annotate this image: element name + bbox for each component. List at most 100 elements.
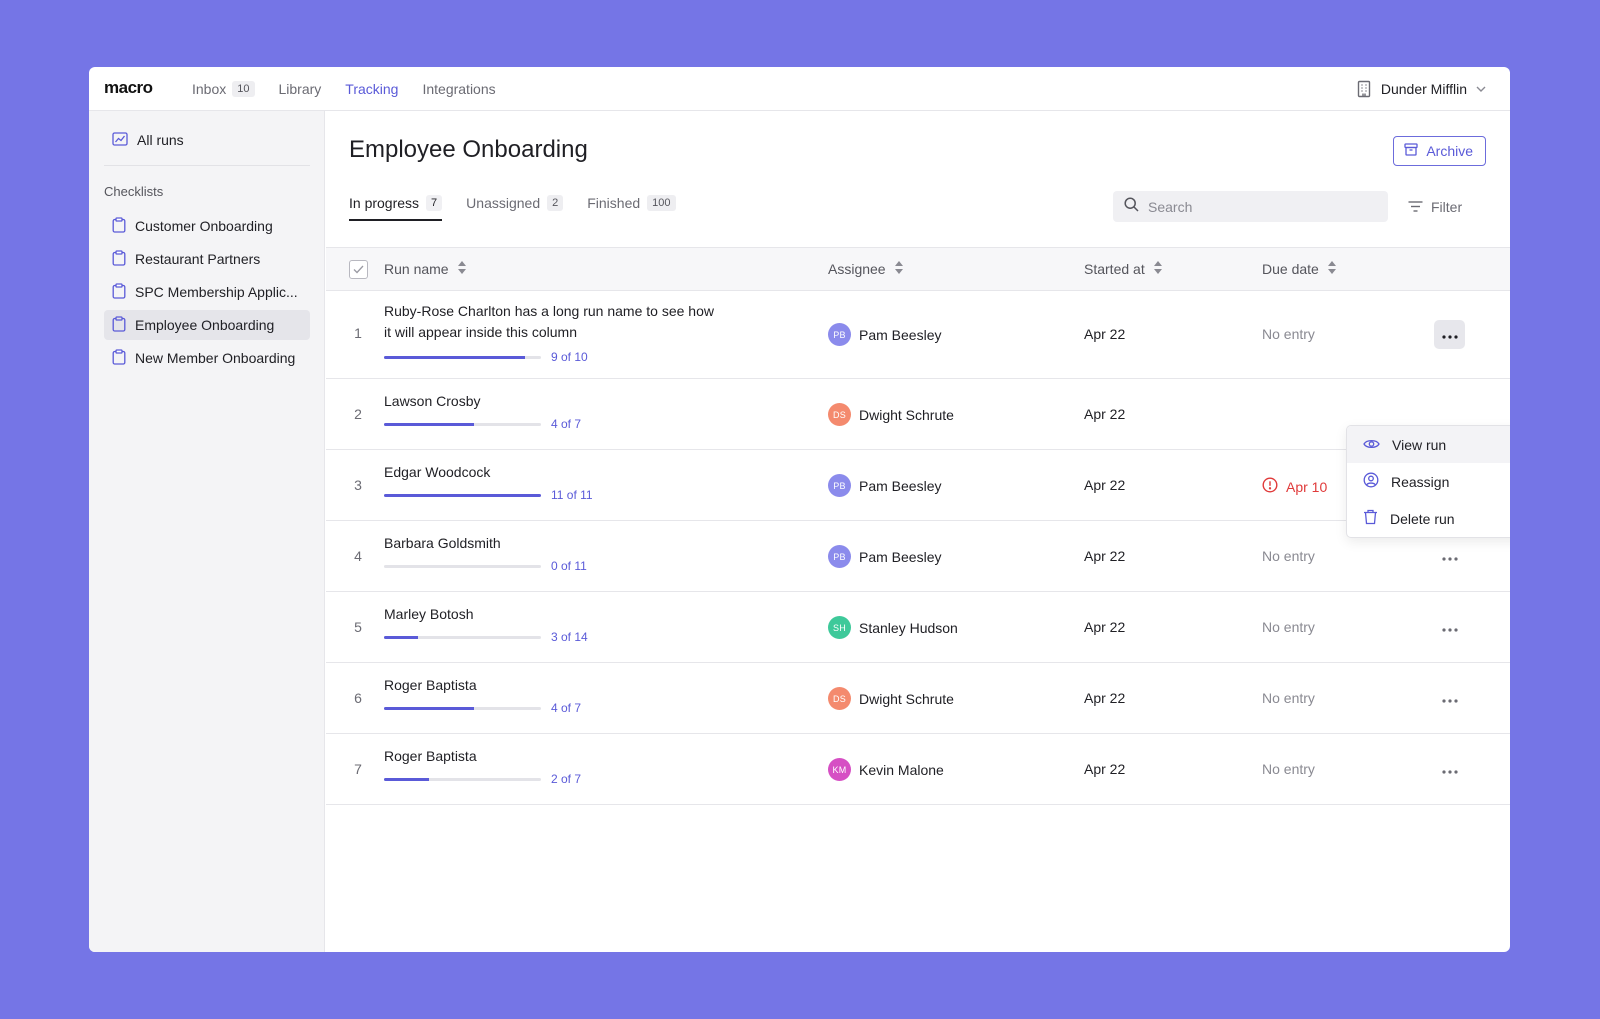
assignee[interactable]: KM Kevin Malone <box>828 758 944 781</box>
nav-integrations[interactable]: Integrations <box>422 81 495 97</box>
avatar: SH <box>828 616 851 639</box>
assignee[interactable]: PB Pam Beesley <box>828 323 941 346</box>
row-number: 6 <box>354 690 362 706</box>
main-content: Employee Onboarding Archive In progress … <box>326 111 1510 952</box>
assignee[interactable]: PB Pam Beesley <box>828 474 941 497</box>
tab-count-badge: 100 <box>647 195 676 211</box>
started-at: Apr 22 <box>1084 406 1126 422</box>
nav-library-label: Library <box>278 81 322 97</box>
search-box[interactable] <box>1113 191 1388 222</box>
started-at: Apr 22 <box>1084 619 1126 635</box>
nav-inbox[interactable]: Inbox 10 <box>192 81 255 97</box>
assignee[interactable]: PB Pam Beesley <box>828 545 941 568</box>
filter-button[interactable]: Filter <box>1408 191 1462 222</box>
run-name[interactable]: Lawson Crosby <box>384 391 714 412</box>
due-date-text: Apr 10 <box>1286 478 1328 495</box>
trash-icon <box>1363 509 1378 528</box>
avatar: PB <box>828 474 851 497</box>
nav-tracking[interactable]: Tracking <box>345 81 398 97</box>
sidebar-item-label: New Member Onboarding <box>135 350 296 366</box>
table-row[interactable]: 5 Marley Botosh 3 of 14 SH Stanley Hudso… <box>326 592 1510 663</box>
building-icon <box>1356 80 1372 98</box>
page-title: Employee Onboarding <box>349 136 588 163</box>
table-header: Run name Assignee Started at Due date <box>326 247 1510 291</box>
sidebar-item-new-member-onboarding[interactable]: New Member Onboarding <box>104 343 310 373</box>
clipboard-icon <box>112 315 126 335</box>
menu-item-view-run[interactable]: View run <box>1347 426 1510 463</box>
nav-library[interactable]: Library <box>279 81 322 97</box>
row-actions-button[interactable] <box>1434 320 1465 349</box>
column-label: Started at <box>1084 261 1145 277</box>
filter-icon <box>1408 199 1423 215</box>
eye-icon <box>1363 437 1380 453</box>
due-date: No entry <box>1262 548 1315 564</box>
tab-finished[interactable]: Finished 100 <box>587 191 676 221</box>
column-label: Run name <box>384 261 449 277</box>
run-name[interactable]: Roger Baptista <box>384 746 714 767</box>
sidebar-item-employee-onboarding[interactable]: Employee Onboarding <box>104 310 310 340</box>
tab-count-badge: 2 <box>547 195 564 211</box>
progress-bar <box>384 565 541 568</box>
sidebar: All runs Checklists Customer Onboarding … <box>89 111 325 952</box>
run-name[interactable]: Roger Baptista <box>384 675 714 696</box>
column-header-due-date[interactable]: Due date <box>1262 248 1336 290</box>
search-input[interactable] <box>1148 198 1368 215</box>
table-row[interactable]: 7 Roger Baptista 2 of 7 KM Kevin Malone … <box>326 734 1510 805</box>
run-name[interactable]: Marley Botosh <box>384 604 714 625</box>
menu-item-delete-run[interactable]: Delete run <box>1347 500 1510 537</box>
progress-text: 3 of 14 <box>551 630 588 644</box>
tab-in-progress[interactable]: In progress 7 <box>349 191 443 221</box>
table-row[interactable]: 4 Barbara Goldsmith 0 of 11 PB Pam Beesl… <box>326 521 1510 592</box>
table-row[interactable]: 2 Lawson Crosby 4 of 7 DS Dwight Schrute… <box>326 379 1510 450</box>
select-all-checkbox[interactable] <box>349 260 368 279</box>
clipboard-icon <box>112 216 126 236</box>
column-header-assignee[interactable]: Assignee <box>828 248 903 290</box>
due-date: No entry <box>1262 761 1315 777</box>
run-name[interactable]: Edgar Woodcock <box>384 462 714 483</box>
tab-unassigned[interactable]: Unassigned 2 <box>466 191 564 221</box>
started-at: Apr 22 <box>1084 548 1126 564</box>
sidebar-all-runs[interactable]: All runs <box>104 125 310 155</box>
assignee-name: Pam Beesley <box>859 326 942 343</box>
column-header-run-name[interactable]: Run name <box>384 248 466 290</box>
sidebar-item-restaurant-partners[interactable]: Restaurant Partners <box>104 244 310 274</box>
table-row[interactable]: 6 Roger Baptista 4 of 7 DS Dwight Schrut… <box>326 663 1510 734</box>
assignee[interactable]: DS Dwight Schrute <box>828 687 954 710</box>
sidebar-all-runs-label: All runs <box>137 132 184 148</box>
status-tabs: In progress 7 Unassigned 2 Finished 100 <box>349 191 676 221</box>
assignee-name: Dwight Schrute <box>859 406 954 423</box>
started-at: Apr 22 <box>1084 326 1126 342</box>
assignee[interactable]: SH Stanley Hudson <box>828 616 958 639</box>
run-name[interactable]: Barbara Goldsmith <box>384 533 714 554</box>
column-header-started-at[interactable]: Started at <box>1084 248 1162 290</box>
menu-item-label: View run <box>1392 436 1447 453</box>
alert-circle-icon <box>1262 477 1278 496</box>
org-name: Dunder Mifflin <box>1380 81 1467 97</box>
org-switcher[interactable]: Dunder Mifflin <box>1356 67 1486 111</box>
table-row[interactable]: 3 Edgar Woodcock 11 of 11 PB Pam Beesley… <box>326 450 1510 521</box>
row-number: 2 <box>354 406 362 422</box>
row-actions-button[interactable] <box>1434 542 1465 571</box>
chevron-down-icon <box>1476 86 1486 92</box>
row-actions-button[interactable] <box>1434 684 1465 713</box>
sidebar-item-spc-membership[interactable]: SPC Membership Applic... <box>104 277 310 307</box>
inbox-count-badge: 10 <box>232 81 255 97</box>
row-actions-button[interactable] <box>1434 613 1465 642</box>
run-name[interactable]: Ruby-Rose Charlton has a long run name t… <box>384 301 714 343</box>
progress-fill <box>384 778 429 781</box>
assignee-name: Stanley Hudson <box>859 619 958 636</box>
assignee[interactable]: DS Dwight Schrute <box>828 403 954 426</box>
progress-bar <box>384 356 541 359</box>
table-row[interactable]: 1 Ruby-Rose Charlton has a long run name… <box>326 291 1510 379</box>
row-number: 4 <box>354 548 362 564</box>
menu-item-reassign[interactable]: Reassign <box>1347 463 1510 500</box>
archive-button[interactable]: Archive <box>1393 136 1486 166</box>
row-number: 5 <box>354 619 362 635</box>
app-logo[interactable]: macro <box>104 78 153 98</box>
sidebar-item-customer-onboarding[interactable]: Customer Onboarding <box>104 211 310 241</box>
row-actions-button[interactable] <box>1434 755 1465 784</box>
avatar: PB <box>828 545 851 568</box>
chart-icon <box>112 131 128 149</box>
tab-count-badge: 7 <box>426 195 443 211</box>
progress-text: 4 of 7 <box>551 417 582 431</box>
